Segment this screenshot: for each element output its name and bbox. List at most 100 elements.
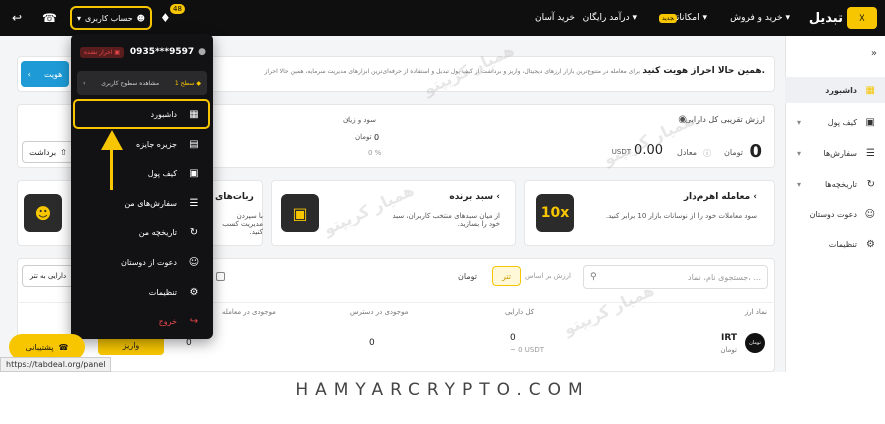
sidebar-item-label: سفارش‌ها — [823, 148, 857, 158]
info-icon: ⓘ — [703, 149, 711, 158]
invite-icon: ☺ — [864, 208, 875, 220]
headset-icon: ☎ — [58, 342, 69, 352]
chevron-left-icon: ‹ — [27, 69, 31, 79]
briefcase-icon: ▣ — [281, 194, 319, 232]
balance-title: ارزش تقریبی کل دارایی — [685, 115, 765, 124]
sidebar-item-dashboard[interactable]: داشبورد ▦ — [785, 77, 885, 103]
headset-icon[interactable]: ☎ — [42, 11, 57, 25]
tutorial-arrow-icon — [101, 130, 123, 150]
logout-icon[interactable]: ↩ — [12, 11, 22, 25]
sidebar-item-label: دعوت دوستان — [809, 209, 857, 219]
sidebar-item-invite[interactable]: دعوت دوستان ☺ — [785, 201, 885, 227]
user-account-button[interactable]: ▾ حساب کاربری ☻ — [70, 6, 152, 30]
to-tether-button[interactable]: دارایی به تتر — [22, 265, 74, 287]
promo-desc: با سپردن مدیریت کسب کنید. — [222, 212, 263, 236]
asset-total: 0 — [510, 333, 516, 343]
asset-total-usdt: ~ 0 USDT — [510, 346, 545, 354]
menu-item-settings[interactable]: تنظیمات ⚙ — [77, 280, 207, 304]
collapse-sidebar-icon[interactable]: » — [871, 48, 877, 59]
robot-icon: ☻ — [24, 194, 62, 232]
notification-count: 48 — [170, 4, 185, 14]
menu-item-label: سفارش‌های من — [124, 198, 177, 208]
promo-title: معامله اهرم‌دار ‹ — [683, 192, 757, 202]
menu-item-label: کیف پول — [147, 168, 177, 178]
user-avatar-icon: ● — [198, 47, 206, 57]
promo-title: ربات‌های — [215, 192, 254, 202]
nav-free-income[interactable]: درآمد رایگان ▾ — [583, 13, 637, 23]
search-input[interactable]: جستجوی نام، نماد، ... — [688, 273, 761, 282]
menu-item-label: دعوت از دوستان — [120, 257, 177, 267]
search-icon: ⚲ — [590, 272, 597, 282]
settings-icon: ⚙ — [866, 238, 875, 250]
menu-item-my-history[interactable]: تاریخچه من ↻ — [77, 220, 207, 244]
asset-available: 0 — [369, 338, 375, 348]
col-in-trade: موجودی در معامله — [222, 308, 276, 316]
nav-buy-sell[interactable]: خرید و فروش ▾ — [730, 13, 790, 23]
verify-status-badge[interactable]: احراز نشده ▣ — [80, 46, 125, 58]
nav-features[interactable]: امکاناتجدید ▾ — [656, 13, 707, 23]
verify-button[interactable]: ‹ هویت — [21, 61, 69, 87]
brand-logo[interactable]: تبدیل ☓ — [797, 6, 877, 30]
pnl-value: 0 — [374, 133, 380, 142]
tutorial-highlight-box — [73, 99, 210, 129]
sidebar-item-label: تنظیمات — [828, 239, 857, 249]
balance-value: 0 — [749, 141, 762, 162]
support-label: پشتیبانی — [25, 342, 54, 352]
menu-item-invite[interactable]: دعوت از دوستان ☺ — [77, 250, 207, 274]
withdraw-button[interactable]: برداشت ⇧ — [22, 141, 74, 163]
chevron-down-icon: ▾ — [77, 13, 82, 23]
sort-label: ارزش بر اساس — [525, 272, 571, 280]
dashboard-icon: ▦ — [865, 84, 875, 96]
sidebar-item-history[interactable]: ▾ تاریخچه‌ها ↻ — [785, 171, 885, 197]
brand-name: تبدیل — [808, 10, 843, 26]
sidebar-item-wallet[interactable]: ▾ کیف پول ▣ — [785, 109, 885, 135]
chevron-down-icon: ▾ — [797, 148, 802, 158]
sidebar-item-orders[interactable]: ▾ سفارش‌ها ☰ — [785, 140, 885, 166]
user-level-row[interactable]: ‹ مشاهده سطوح کاربری سطح 1 ◆ — [77, 71, 207, 95]
verify-desc: برای معامله در متنوع‌ترین بازار ارزهای د… — [264, 68, 641, 75]
menu-item-label: جزیره جایزه — [136, 139, 177, 149]
asset-search[interactable]: ⚲ جستجوی نام، نماد، ... — [583, 265, 768, 289]
promo-desc: سود معاملات خود را از نوسانات بازار 10 ب… — [605, 212, 757, 220]
promo-title: سبد برنده ‹ — [449, 192, 500, 202]
leverage-10x-icon: 10x — [536, 194, 574, 232]
checkbox[interactable] — [216, 272, 225, 281]
toggle-tether[interactable]: تتر — [492, 266, 521, 286]
equiv-label: معادل — [677, 148, 697, 157]
user-icon: ☻ — [136, 13, 145, 23]
level-link[interactable]: مشاهده سطوح کاربری — [101, 80, 159, 87]
toggle-toman[interactable]: تومان — [458, 272, 477, 281]
level-badge: سطح 1 ◆ — [174, 79, 201, 87]
chevron-left-icon: ‹ — [83, 79, 86, 87]
wallet-icon: ▣ — [189, 167, 199, 179]
pnl-unit: تومان — [355, 133, 372, 141]
orders-icon: ☰ — [866, 147, 875, 159]
history-icon: ↻ — [866, 178, 875, 190]
promo-desc: از میان سبدهای منتخب کاربران، سبد خود را… — [392, 212, 500, 228]
balance-unit: تومان — [724, 148, 743, 157]
sidebar-item-settings[interactable]: تنظیمات ⚙ — [785, 231, 885, 257]
invite-icon: ☺ — [188, 256, 200, 268]
menu-item-my-orders[interactable]: سفارش‌های من ☰ — [77, 191, 207, 215]
asset-name: تومان — [720, 346, 737, 354]
asset-in-trade: 0 — [186, 338, 192, 348]
bell-icon[interactable]: ♦ — [160, 11, 171, 25]
menu-item-wallet[interactable]: کیف پول ▣ — [77, 161, 207, 185]
menu-item-logout[interactable]: خروج ↪ — [77, 309, 207, 333]
user-phone: 0935***9597 — [129, 47, 195, 57]
nav-easy-buy[interactable]: خرید آسان — [535, 13, 575, 23]
menu-user-row: احراز نشده ▣ 0935***9597 ● — [80, 42, 206, 62]
history-icon: ↻ — [189, 226, 199, 238]
chevron-left-icon[interactable]: ‹ — [346, 115, 349, 124]
menu-item-label: خروج — [158, 316, 177, 326]
gift-icon: ▤ — [189, 138, 199, 150]
pnl-percent: 0 % — [368, 149, 382, 157]
col-symbol: نماد ارز — [744, 308, 767, 316]
sidebar-item-label: کیف پول — [827, 117, 857, 127]
toman-coin-icon: تومان — [745, 333, 765, 353]
orders-icon: ☰ — [189, 197, 199, 209]
user-account-label: حساب کاربری — [85, 13, 133, 23]
logout-icon: ↪ — [189, 315, 199, 327]
menu-item-prize-island[interactable]: جزیره جایزه ▤ — [77, 132, 207, 156]
col-total: کل دارایی — [505, 308, 535, 316]
